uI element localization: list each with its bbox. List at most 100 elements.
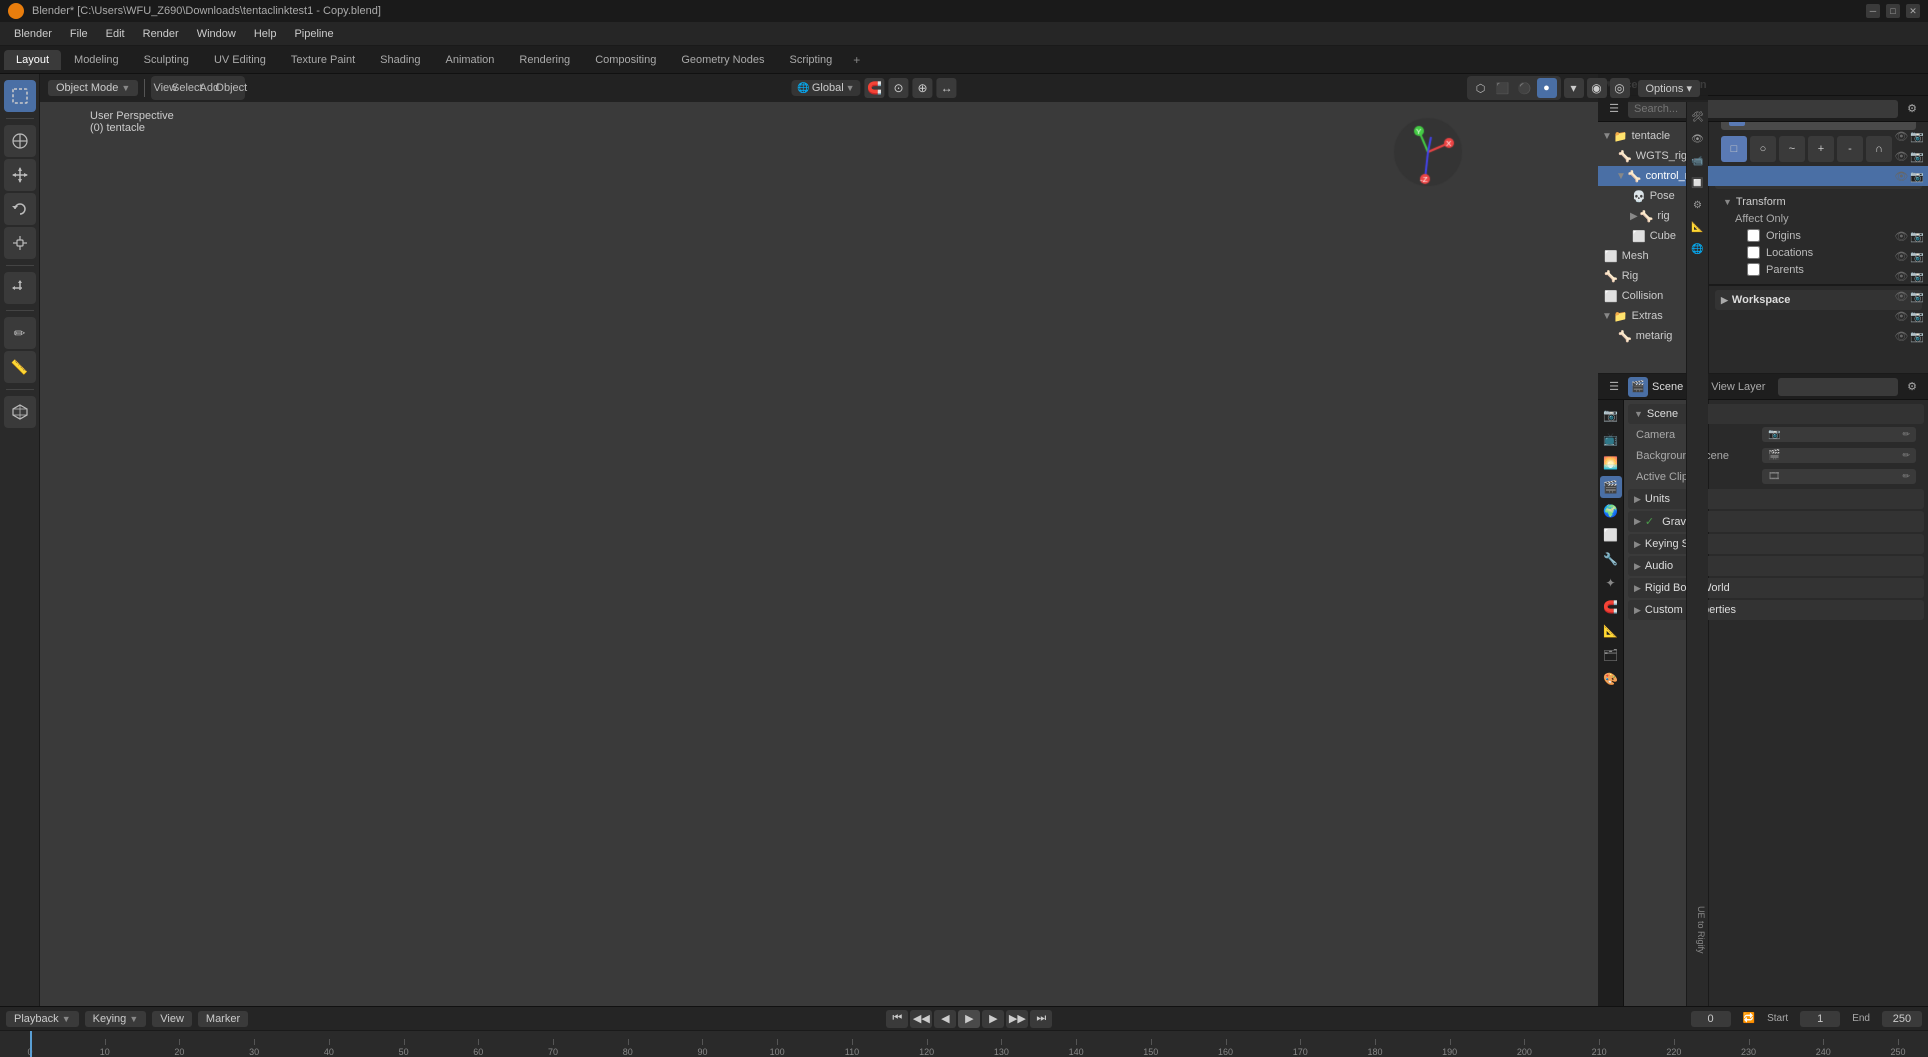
end-frame-field[interactable]: 250 bbox=[1882, 1011, 1922, 1027]
material-tab[interactable]: 🎨 bbox=[1600, 668, 1622, 690]
tree-item-wgts_rig[interactable]: 🦴WGTS_rig👁📷 bbox=[1598, 146, 1928, 166]
render-toggle[interactable]: 📷 bbox=[1910, 250, 1924, 263]
bg-scene-value[interactable]: 🎬 ✏ bbox=[1762, 448, 1916, 463]
menu-window[interactable]: Window bbox=[189, 26, 244, 42]
current-frame-field[interactable]: 0 bbox=[1691, 1011, 1731, 1027]
select-tool-button[interactable] bbox=[4, 80, 36, 112]
scene-vtab[interactable]: 🎬 bbox=[1600, 476, 1622, 498]
output-tab[interactable]: 📺 bbox=[1600, 428, 1622, 450]
rendered-mode[interactable]: ● bbox=[1537, 78, 1557, 98]
menu-file[interactable]: File bbox=[62, 26, 96, 42]
measure-tool-button[interactable]: 📏 bbox=[4, 351, 36, 383]
tree-item-pose[interactable]: 💀Pose bbox=[1598, 186, 1928, 206]
render-toggle[interactable]: 📷 bbox=[1910, 130, 1924, 143]
view-layer-label[interactable]: View Layer bbox=[1711, 381, 1765, 393]
render-tab[interactable]: 📷 bbox=[1600, 404, 1622, 426]
add-cube-button[interactable] bbox=[4, 396, 36, 428]
menu-render[interactable]: Render bbox=[135, 26, 187, 42]
tab-layout[interactable]: Layout bbox=[4, 50, 61, 70]
global-dropdown[interactable]: 🌐 Global ▼ bbox=[791, 80, 860, 96]
audio-header[interactable]: ▶ Audio bbox=[1628, 556, 1924, 576]
eye-toggle[interactable]: 👁 bbox=[1894, 310, 1908, 323]
close-button[interactable]: ✕ bbox=[1906, 4, 1920, 18]
scene-section-header[interactable]: ▼ Scene bbox=[1628, 404, 1924, 424]
eye-toggle[interactable]: 👁 bbox=[1894, 270, 1908, 283]
render-toggle[interactable]: 📷 bbox=[1910, 290, 1924, 303]
tree-item-tentacle[interactable]: ▼📁tentacle👁📷 bbox=[1598, 126, 1928, 146]
prev-keyframe-button[interactable]: ◀◀ bbox=[910, 1010, 932, 1028]
menu-pipeline[interactable]: Pipeline bbox=[286, 26, 341, 42]
tree-item-extras[interactable]: ▼📁Extras👁📷 bbox=[1598, 306, 1928, 326]
viewport-object-menu[interactable]: Object bbox=[221, 78, 241, 98]
tab-modeling[interactable]: Modeling bbox=[62, 50, 131, 70]
menu-help[interactable]: Help bbox=[246, 26, 285, 42]
tree-item-collision[interactable]: ⬜Collision👁📷 bbox=[1598, 286, 1928, 306]
transform-dropdown[interactable]: ↔ bbox=[937, 78, 957, 98]
render-toggle[interactable]: 📷 bbox=[1910, 310, 1924, 323]
jump-start-button[interactable]: ⏮ bbox=[886, 1010, 908, 1028]
sidebar-tool-3[interactable]: 📹 bbox=[1689, 152, 1707, 170]
eye-toggle[interactable]: 👁 bbox=[1894, 290, 1908, 303]
custom-props-header[interactable]: ▶ Custom Properties bbox=[1628, 600, 1924, 620]
cursor-tool-button[interactable] bbox=[4, 125, 36, 157]
tab-texture-paint[interactable]: Texture Paint bbox=[279, 50, 367, 70]
render-toggle[interactable]: 📷 bbox=[1910, 170, 1924, 183]
object-mode-dropdown[interactable]: Object Mode ▼ bbox=[48, 80, 138, 96]
material-mode[interactable]: ⚫ bbox=[1515, 78, 1535, 98]
marker-menu[interactable]: Marker bbox=[198, 1011, 248, 1027]
sidebar-tool-7[interactable]: 🌐 bbox=[1689, 240, 1707, 258]
scene-tab[interactable]: 🎬 bbox=[1628, 377, 1648, 397]
overlay-toggle[interactable]: ◉ bbox=[1587, 78, 1607, 98]
xray-toggle[interactable]: ◎ bbox=[1610, 78, 1630, 98]
tab-rendering[interactable]: Rendering bbox=[507, 50, 582, 70]
viewport-select-menu[interactable]: Select bbox=[177, 78, 197, 98]
proportional-edit[interactable]: ⊙ bbox=[889, 78, 909, 98]
physics-tab[interactable]: 🧲 bbox=[1600, 596, 1622, 618]
nav-gizmo[interactable] bbox=[1388, 112, 1468, 192]
world-tab[interactable]: 🌍 bbox=[1600, 500, 1622, 522]
jump-end-button[interactable]: ⏭ bbox=[1030, 1010, 1052, 1028]
start-frame-field[interactable]: 1 bbox=[1800, 1011, 1840, 1027]
outliner-filter[interactable]: ⚙ bbox=[1902, 99, 1922, 119]
snap-toggle[interactable]: 🧲 bbox=[865, 78, 885, 98]
tab-sculpting[interactable]: Sculpting bbox=[132, 50, 201, 70]
object-tab[interactable]: ⬜ bbox=[1600, 524, 1622, 546]
timeline-playhead[interactable] bbox=[30, 1031, 32, 1057]
eye-toggle[interactable]: 👁 bbox=[1894, 130, 1908, 143]
sidebar-tool-6[interactable]: 📐 bbox=[1689, 218, 1707, 236]
rotate-tool-button[interactable] bbox=[4, 193, 36, 225]
eye-toggle[interactable]: 👁 bbox=[1894, 330, 1908, 343]
transform-tool-button[interactable] bbox=[4, 272, 36, 304]
play-button[interactable]: ▶ bbox=[958, 1010, 980, 1028]
tab-compositing[interactable]: Compositing bbox=[583, 50, 668, 70]
move-tool-button[interactable] bbox=[4, 159, 36, 191]
rigid-body-header[interactable]: ▶ Rigid Body World bbox=[1628, 578, 1924, 598]
next-keyframe-button[interactable]: ▶▶ bbox=[1006, 1010, 1028, 1028]
viewport[interactable]: Object Mode ▼ View Select Add Object bbox=[40, 74, 1708, 1006]
tree-item-cube[interactable]: ⬜Cube👁📷 bbox=[1598, 226, 1928, 246]
tree-item-mesh[interactable]: ⬜Mesh👁📷 bbox=[1598, 246, 1928, 266]
shading-options[interactable]: ▾ bbox=[1564, 78, 1584, 98]
props-filter[interactable]: ⚙ bbox=[1902, 377, 1922, 397]
keying-sets-header[interactable]: ▶ Keying Sets bbox=[1628, 534, 1924, 554]
sidebar-tool-4[interactable]: 🔲 bbox=[1689, 174, 1707, 192]
tab-uv-editing[interactable]: UV Editing bbox=[202, 50, 278, 70]
particles-tab[interactable]: ✦ bbox=[1600, 572, 1622, 594]
modifier-tab[interactable]: 🔧 bbox=[1600, 548, 1622, 570]
playback-menu[interactable]: Playback ▼ bbox=[6, 1011, 79, 1027]
eye-toggle[interactable]: 👁 bbox=[1894, 250, 1908, 263]
scene-tab-label[interactable]: Scene bbox=[1652, 381, 1683, 393]
minimize-button[interactable]: ─ bbox=[1866, 4, 1880, 18]
menu-edit[interactable]: Edit bbox=[98, 26, 133, 42]
solid-mode[interactable]: ⬛ bbox=[1493, 78, 1513, 98]
render-toggle[interactable]: 📷 bbox=[1910, 330, 1924, 343]
options-button[interactable]: Options ▾ bbox=[1638, 80, 1701, 97]
view-menu[interactable]: View bbox=[152, 1011, 192, 1027]
active-clip-value[interactable]: 🎞 ✏ bbox=[1762, 469, 1916, 484]
render-toggle[interactable]: 📷 bbox=[1910, 230, 1924, 243]
tab-animation[interactable]: Animation bbox=[434, 50, 507, 70]
sidebar-tool-2[interactable]: 👁 bbox=[1689, 130, 1707, 148]
pivot-dropdown[interactable]: ⊕ bbox=[913, 78, 933, 98]
render-toggle[interactable]: 📷 bbox=[1910, 270, 1924, 283]
scale-tool-button[interactable] bbox=[4, 227, 36, 259]
